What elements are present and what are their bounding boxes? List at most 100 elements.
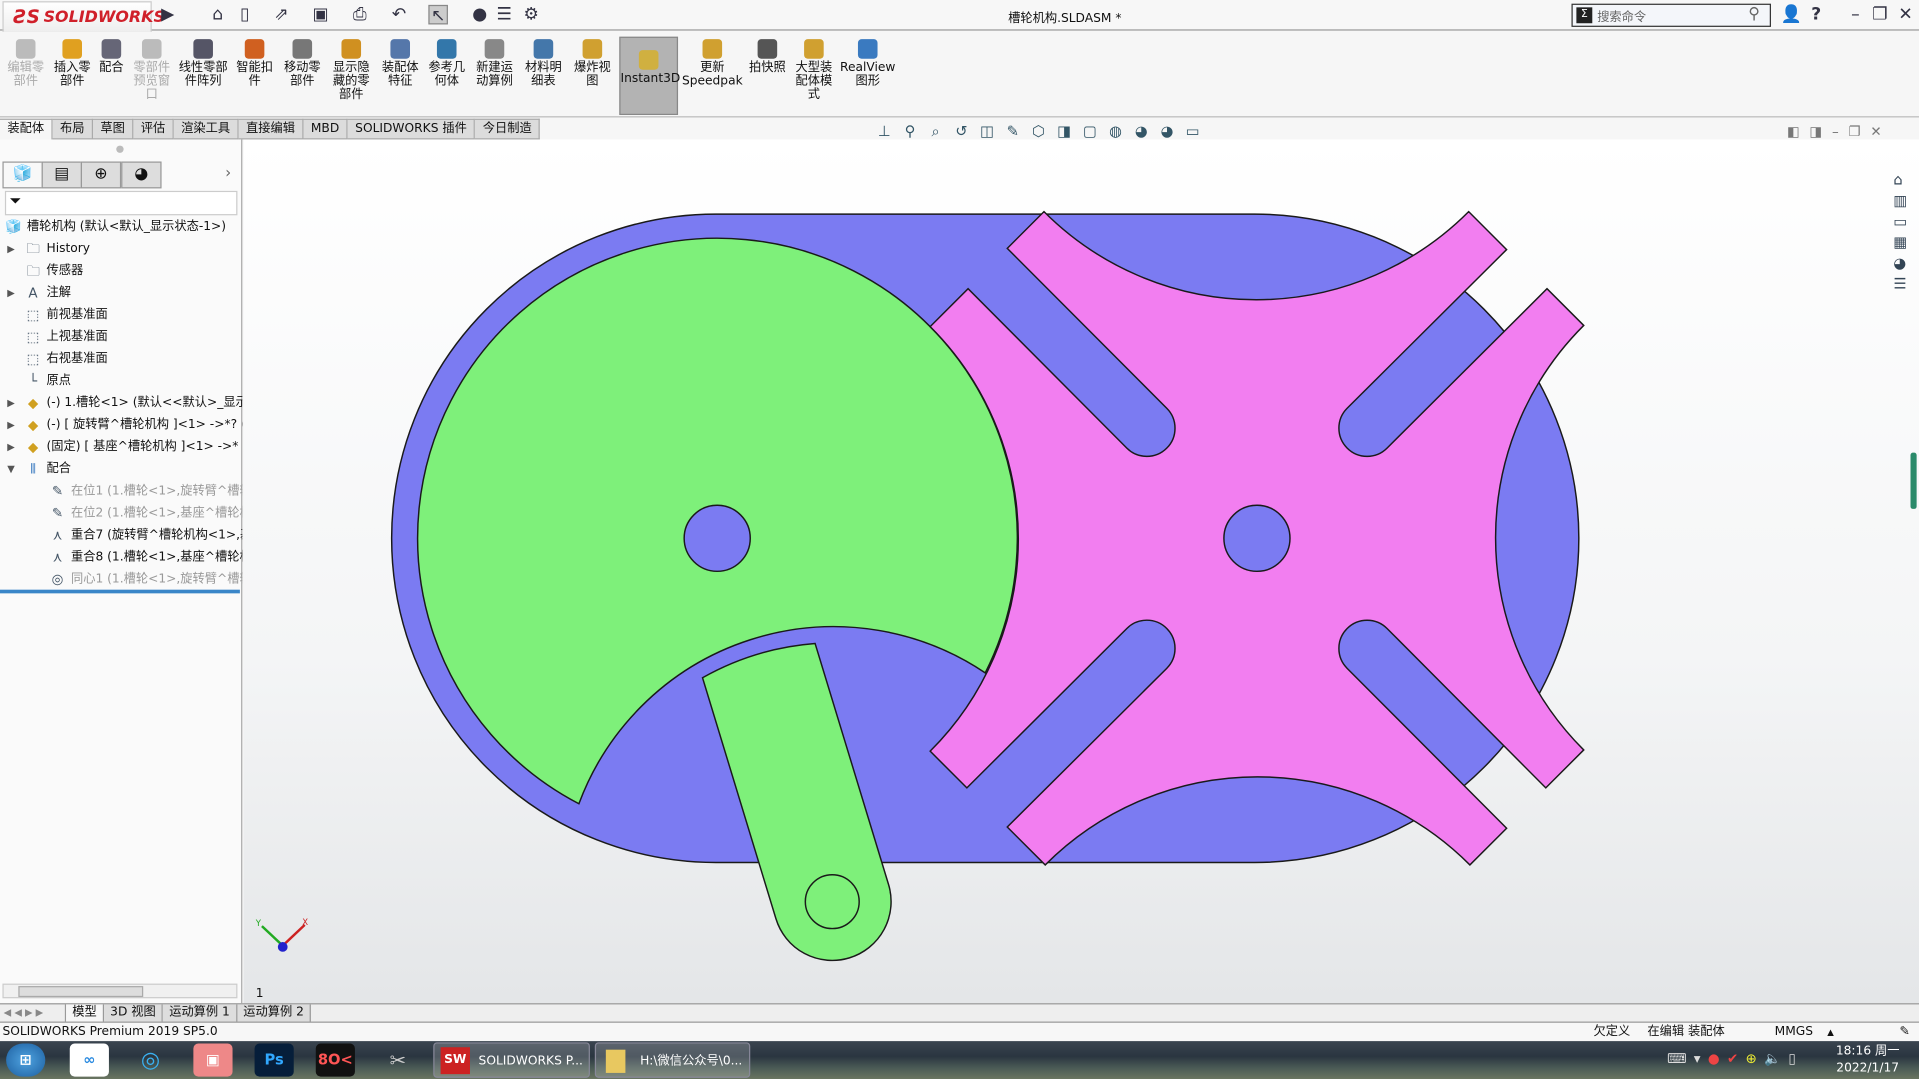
scrollbar-thumb[interactable] xyxy=(18,986,144,998)
collapse-arrow-icon[interactable]: ▼ xyxy=(5,459,17,481)
previous-view-icon[interactable]: ↺ xyxy=(952,122,970,140)
volume-icon[interactable]: 🔈 xyxy=(1764,1051,1781,1067)
quick-tips-icon[interactable]: ✎ xyxy=(1899,1023,1909,1043)
new-icon[interactable]: ▯ xyxy=(235,5,255,25)
tree-item[interactable]: ▶ A 注解 xyxy=(0,283,242,305)
taskbar-window-solidworks[interactable]: SW SOLIDWORKS P... xyxy=(433,1042,590,1078)
tree-item[interactable]: 🧊 槽轮机构 (默认<默认_显示状态-1>) xyxy=(0,217,242,239)
view-orientation-icon[interactable]: ⊥ xyxy=(875,122,893,140)
tab-configuration-manager[interactable]: ⊕ xyxy=(80,161,122,189)
gear-icon[interactable]: ⚙ xyxy=(521,5,541,25)
zoom-to-fit-icon[interactable]: ⚲ xyxy=(901,122,919,140)
display-style-icon[interactable]: ◨ xyxy=(1055,122,1073,140)
options-list-icon[interactable]: ☰ xyxy=(494,5,514,25)
tree-item[interactable]: ▶ ◆ (-) 1.槽轮<1> (默认<<默认>_显示状态 1>) xyxy=(0,393,242,415)
tab-6[interactable]: MBD xyxy=(303,118,348,140)
expand-arrow-icon[interactable]: ▶ xyxy=(5,283,17,305)
ribbon-button-10[interactable]: 新建运 动算例 xyxy=(472,39,516,88)
tree-filter[interactable]: ⏷ xyxy=(4,190,238,216)
ribbon-button-2[interactable]: 配合 xyxy=(95,39,127,75)
custom-properties-icon[interactable]: ☰ xyxy=(1893,275,1915,292)
horizontal-scrollbar[interactable] xyxy=(2,983,238,999)
keyboard-icon[interactable]: ⌨ xyxy=(1667,1051,1686,1067)
scene-icon[interactable]: ◕ xyxy=(1132,122,1150,140)
hide-show-icon[interactable]: ▢ xyxy=(1081,122,1099,140)
tree-item[interactable]: ▶ 🗀 History xyxy=(0,239,242,261)
model-tab-1[interactable]: 3D 视图 xyxy=(104,1004,164,1022)
select-icon[interactable]: ↖ xyxy=(428,4,448,26)
tab-3[interactable]: 评估 xyxy=(133,118,174,140)
tree-item[interactable]: ▼ ⫴ 配合 xyxy=(0,459,242,481)
ribbon-button-12[interactable]: 爆炸视 图 xyxy=(570,39,614,88)
ribbon-button-7[interactable]: 显示隐 藏的零 部件 xyxy=(328,39,375,102)
tree-item[interactable]: ▶ ◆ (固定) [ 基座^槽轮机构 ]<1> ->* (默认) xyxy=(0,437,242,459)
unit-system[interactable]: MMGS xyxy=(1775,1023,1813,1043)
clock[interactable]: 18:16 周一 2022/1/17 xyxy=(1836,1044,1900,1078)
tab-2[interactable]: 草图 xyxy=(93,118,134,140)
tray-expand-icon[interactable]: ▾ xyxy=(1694,1051,1701,1067)
panel-splitter-handle[interactable] xyxy=(116,145,124,153)
help-icon[interactable]: ? xyxy=(1806,5,1826,25)
obs-icon[interactable]: 8O< xyxy=(315,1043,355,1077)
network-icon[interactable]: ▯ xyxy=(1788,1051,1795,1067)
close-icon[interactable]: ✕ xyxy=(1896,5,1916,25)
restore-icon[interactable]: ❐ xyxy=(1870,5,1890,25)
tab-5[interactable]: 直接编辑 xyxy=(238,118,304,140)
ribbon-button-1[interactable]: 插入零 部件 xyxy=(49,39,96,88)
open-icon[interactable]: ⇗ xyxy=(272,5,292,25)
tile-right-icon[interactable]: ◨ xyxy=(1809,124,1822,140)
baidu-netdisk-icon[interactable]: ∞ xyxy=(69,1043,109,1077)
ribbon-button-15[interactable]: 拍快照 xyxy=(747,39,789,75)
tray-app-icon[interactable]: ● xyxy=(1708,1051,1720,1067)
tile-left-icon[interactable]: ◧ xyxy=(1787,124,1800,140)
tab-8[interactable]: 今日制造 xyxy=(475,118,541,140)
save-icon[interactable]: ▣ xyxy=(311,5,331,25)
ribbon-button-17[interactable]: RealView 图形 xyxy=(840,39,896,88)
vertical-scroll-handle[interactable] xyxy=(1910,452,1917,509)
dynamic-annotation-icon[interactable]: ✎ xyxy=(1004,122,1022,140)
ribbon-button-6[interactable]: 移动零 部件 xyxy=(279,39,326,88)
expand-arrow-icon[interactable]: ▶ xyxy=(5,415,17,437)
model-tab-0[interactable]: 模型 xyxy=(66,1004,105,1022)
undo-icon[interactable]: ↶ xyxy=(389,5,409,25)
print-icon[interactable]: ⎙ xyxy=(350,5,370,25)
tree-item[interactable]: ⬚ 上视基准面 xyxy=(0,327,242,349)
view-cube-icon[interactable]: ⬡ xyxy=(1029,122,1047,140)
appearances-icon[interactable]: ◕ xyxy=(1893,254,1915,271)
tree-item[interactable]: ✎ 在位1 (1.槽轮<1>,旋转臂^槽轮机构<1>) xyxy=(0,481,242,503)
view-settings-icon[interactable]: ◕ xyxy=(1158,122,1176,140)
tab-feature-manager[interactable]: 🧊 xyxy=(2,161,43,189)
design-library-icon[interactable]: ▥ xyxy=(1893,192,1915,209)
tree-item[interactable]: └ 原点 xyxy=(0,371,242,393)
tree-item[interactable]: ◎ 同心1 (1.槽轮<1>,旋转臂^槽轮机构<1>) xyxy=(0,569,243,591)
snipping-tool-icon[interactable]: ✂ xyxy=(378,1044,417,1077)
tab-4[interactable]: 渲染工具 xyxy=(173,118,239,140)
restore-icon[interactable]: ❐ xyxy=(1848,124,1860,140)
ribbon-button-0[interactable]: 编辑零 部件 xyxy=(5,39,47,88)
tree-item[interactable]: ✎ 在位2 (1.槽轮<1>,基座^槽轮机构<1>) xyxy=(0,503,242,525)
tree-item[interactable]: ⬚ 前视基准面 xyxy=(0,305,242,327)
home-icon[interactable]: ⌂ xyxy=(208,5,228,25)
edit-appearance-icon[interactable]: ◍ xyxy=(1106,122,1124,140)
ribbon-button-5[interactable]: 智能扣 件 xyxy=(233,39,277,88)
search-icon[interactable]: ⚲ xyxy=(1748,5,1760,23)
ribbon-button-9[interactable]: 参考几 何体 xyxy=(423,39,470,88)
tree-item[interactable]: 🗀 传感器 xyxy=(0,261,242,283)
chevron-right-icon[interactable]: › xyxy=(225,164,231,181)
ribbon-button-4[interactable]: 线性零部 件阵列 xyxy=(176,39,230,88)
ribbon-button-3[interactable]: 零部件 预览窗 口 xyxy=(130,39,174,102)
ribbon-button-11[interactable]: 材料明 细表 xyxy=(519,39,568,88)
home-icon[interactable]: ⌂ xyxy=(1893,171,1915,188)
tray-plus-icon[interactable]: ⊕ xyxy=(1746,1051,1757,1067)
file-explorer-icon[interactable]: ▭ xyxy=(1893,213,1915,230)
tree-item[interactable]: ⋏ 重合8 (1.槽轮<1>,基座^槽轮机构<1>) xyxy=(0,547,243,569)
user-icon[interactable]: 👤 xyxy=(1781,5,1802,25)
tree-item[interactable]: ⬚ 右视基准面 xyxy=(0,349,242,371)
expand-arrow-icon[interactable]: ▶ xyxy=(5,393,17,415)
tab-1[interactable]: 布局 xyxy=(52,118,94,140)
rebuild-icon[interactable]: ● xyxy=(470,5,490,25)
minimize-icon[interactable]: – xyxy=(1832,124,1839,140)
chevron-up-icon[interactable]: ▲ xyxy=(1827,1023,1834,1043)
expand-arrow-icon[interactable]: ▶ xyxy=(5,437,17,459)
tab-property-manager[interactable]: ▤ xyxy=(41,161,83,189)
